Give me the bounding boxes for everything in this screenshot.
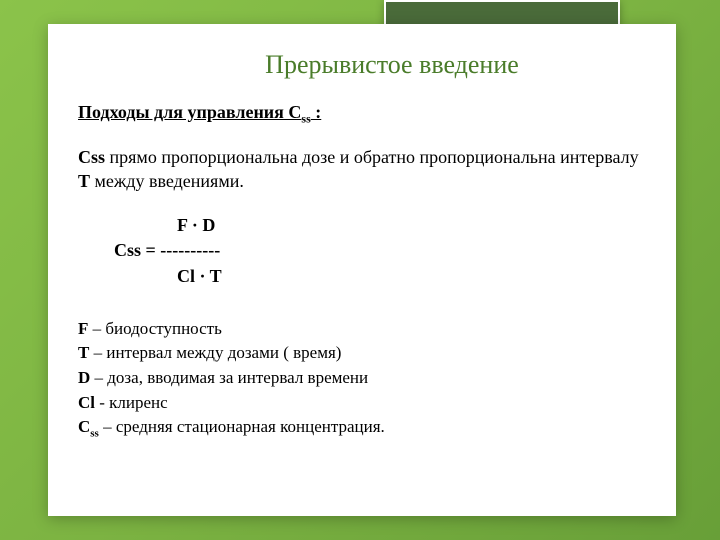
def-css-txt: – средняя стационарная концентрация. [99,417,385,436]
def-css: Css – средняя стационарная концентрация. [78,415,646,442]
def-css-sub: ss [90,428,99,440]
def-d: D – доза, вводимая за интервал времени [78,366,646,391]
def-f-txt: – биодоступность [88,319,221,338]
formula-block: F · D Css = ---------- Cl · T [78,213,646,289]
p1b: прямо пропорциональна дозе и обратно про… [105,147,639,167]
slide-card: Прерывистое введение Подходы для управле… [48,24,676,516]
def-d-sym: D [78,368,90,387]
section-heading: Подходы для управления Css : [78,102,646,127]
heading-suffix: : [311,102,322,122]
formula-line1: F · D [78,215,215,235]
def-d-txt: – доза, вводимая за интервал времени [90,368,368,387]
p1a: Css [78,147,105,167]
def-t: T – интервал между дозами ( время) [78,341,646,366]
slide-title: Прерывистое введение [78,50,646,80]
heading-sub: ss [301,112,310,126]
def-css-sym: C [78,417,90,436]
formula-line2: Css = ---------- [78,240,220,260]
p1c: Т [78,171,90,191]
def-cl-sym: Cl [78,393,95,412]
def-f: F – биодоступность [78,317,646,342]
p1d: между введениями. [90,171,244,191]
formula-line3: Cl · T [78,266,222,286]
def-cl: Cl - клиренс [78,391,646,416]
def-t-txt: – интервал между дозами ( время) [89,343,341,362]
def-cl-txt: - клиренс [95,393,168,412]
definitions-list: F – биодоступность T – интервал между до… [78,317,646,443]
heading-prefix: Подходы для управления C [78,102,301,122]
def-t-sym: T [78,343,89,362]
def-f-sym: F [78,319,88,338]
body-paragraph: Css прямо пропорциональна дозе и обратно… [78,145,646,194]
